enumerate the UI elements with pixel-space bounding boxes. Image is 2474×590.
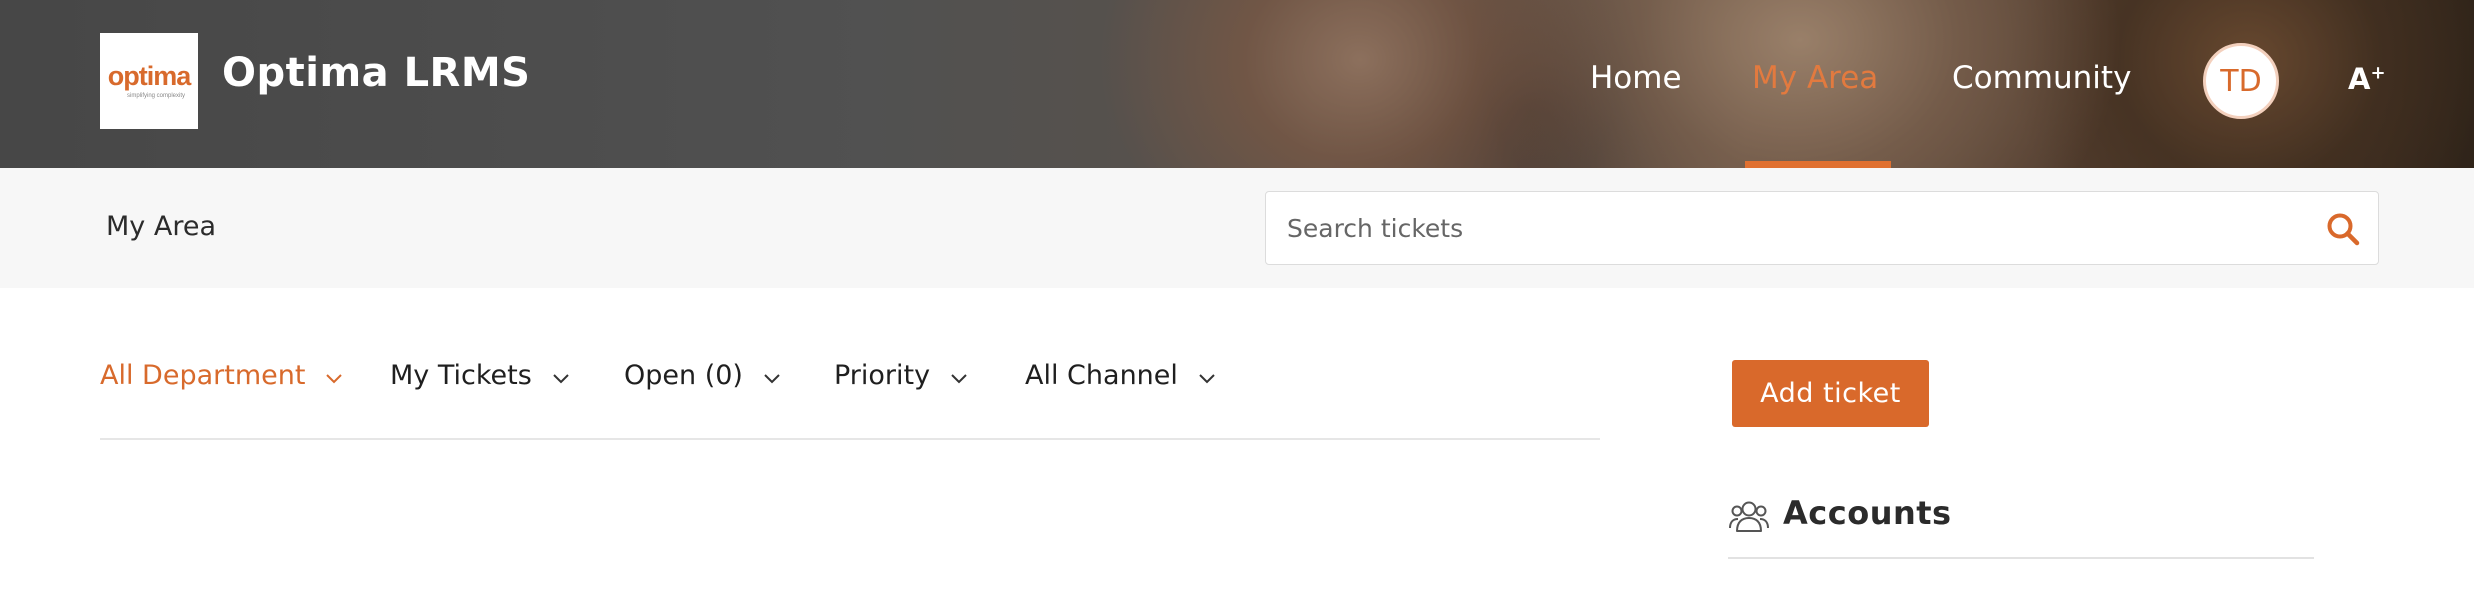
logo-wordmark: optima xyxy=(107,61,192,91)
filter-all-department[interactable]: All Department xyxy=(100,360,343,391)
accounts-divider xyxy=(1728,557,2314,559)
chevron-down-icon xyxy=(553,373,569,383)
filter-label: All Channel xyxy=(1025,360,1178,391)
logo-tagline: simplifying complexity xyxy=(126,93,186,99)
filter-label: Open (0) xyxy=(624,360,743,391)
user-avatar[interactable]: TD xyxy=(2203,43,2279,119)
filter-label: All Department xyxy=(100,360,306,391)
chevron-down-icon xyxy=(1199,373,1215,383)
nav-active-indicator xyxy=(1745,161,1891,168)
accounts-heading: Accounts xyxy=(1783,494,1952,532)
chevron-down-icon xyxy=(764,373,780,383)
app-title[interactable]: Optima LRMS xyxy=(222,50,530,96)
nav-my-area[interactable]: My Area xyxy=(1752,60,1878,96)
users-icon xyxy=(1729,501,1769,532)
search-icon[interactable] xyxy=(2326,212,2360,246)
nav-community[interactable]: Community xyxy=(1952,60,2131,96)
filter-label: My Tickets xyxy=(390,360,532,391)
chevron-down-icon xyxy=(326,373,343,383)
breadcrumb: My Area xyxy=(106,211,216,242)
brand-logo[interactable]: optima simplifying complexity xyxy=(100,33,198,129)
filter-open[interactable]: Open (0) xyxy=(624,360,781,391)
filters-divider xyxy=(100,438,1600,440)
font-size-letter: A xyxy=(2348,62,2371,96)
filter-my-tickets[interactable]: My Tickets xyxy=(390,360,570,391)
add-ticket-button[interactable]: Add ticket xyxy=(1732,360,1929,427)
chevron-down-icon xyxy=(951,373,967,383)
nav-home[interactable]: Home xyxy=(1590,60,1682,96)
filter-priority[interactable]: Priority xyxy=(834,360,968,391)
header-banner: optima simplifying complexity Optima LRM… xyxy=(0,0,2474,168)
search-input[interactable] xyxy=(1266,192,2306,264)
filter-all-channel[interactable]: All Channel xyxy=(1025,360,1216,391)
search-box xyxy=(1265,191,2379,265)
font-size-increase-icon[interactable]: A+ xyxy=(2348,62,2386,96)
font-size-plus: + xyxy=(2370,62,2386,84)
filter-label: Priority xyxy=(834,360,931,391)
sub-header-bar: My Area xyxy=(0,168,2474,288)
